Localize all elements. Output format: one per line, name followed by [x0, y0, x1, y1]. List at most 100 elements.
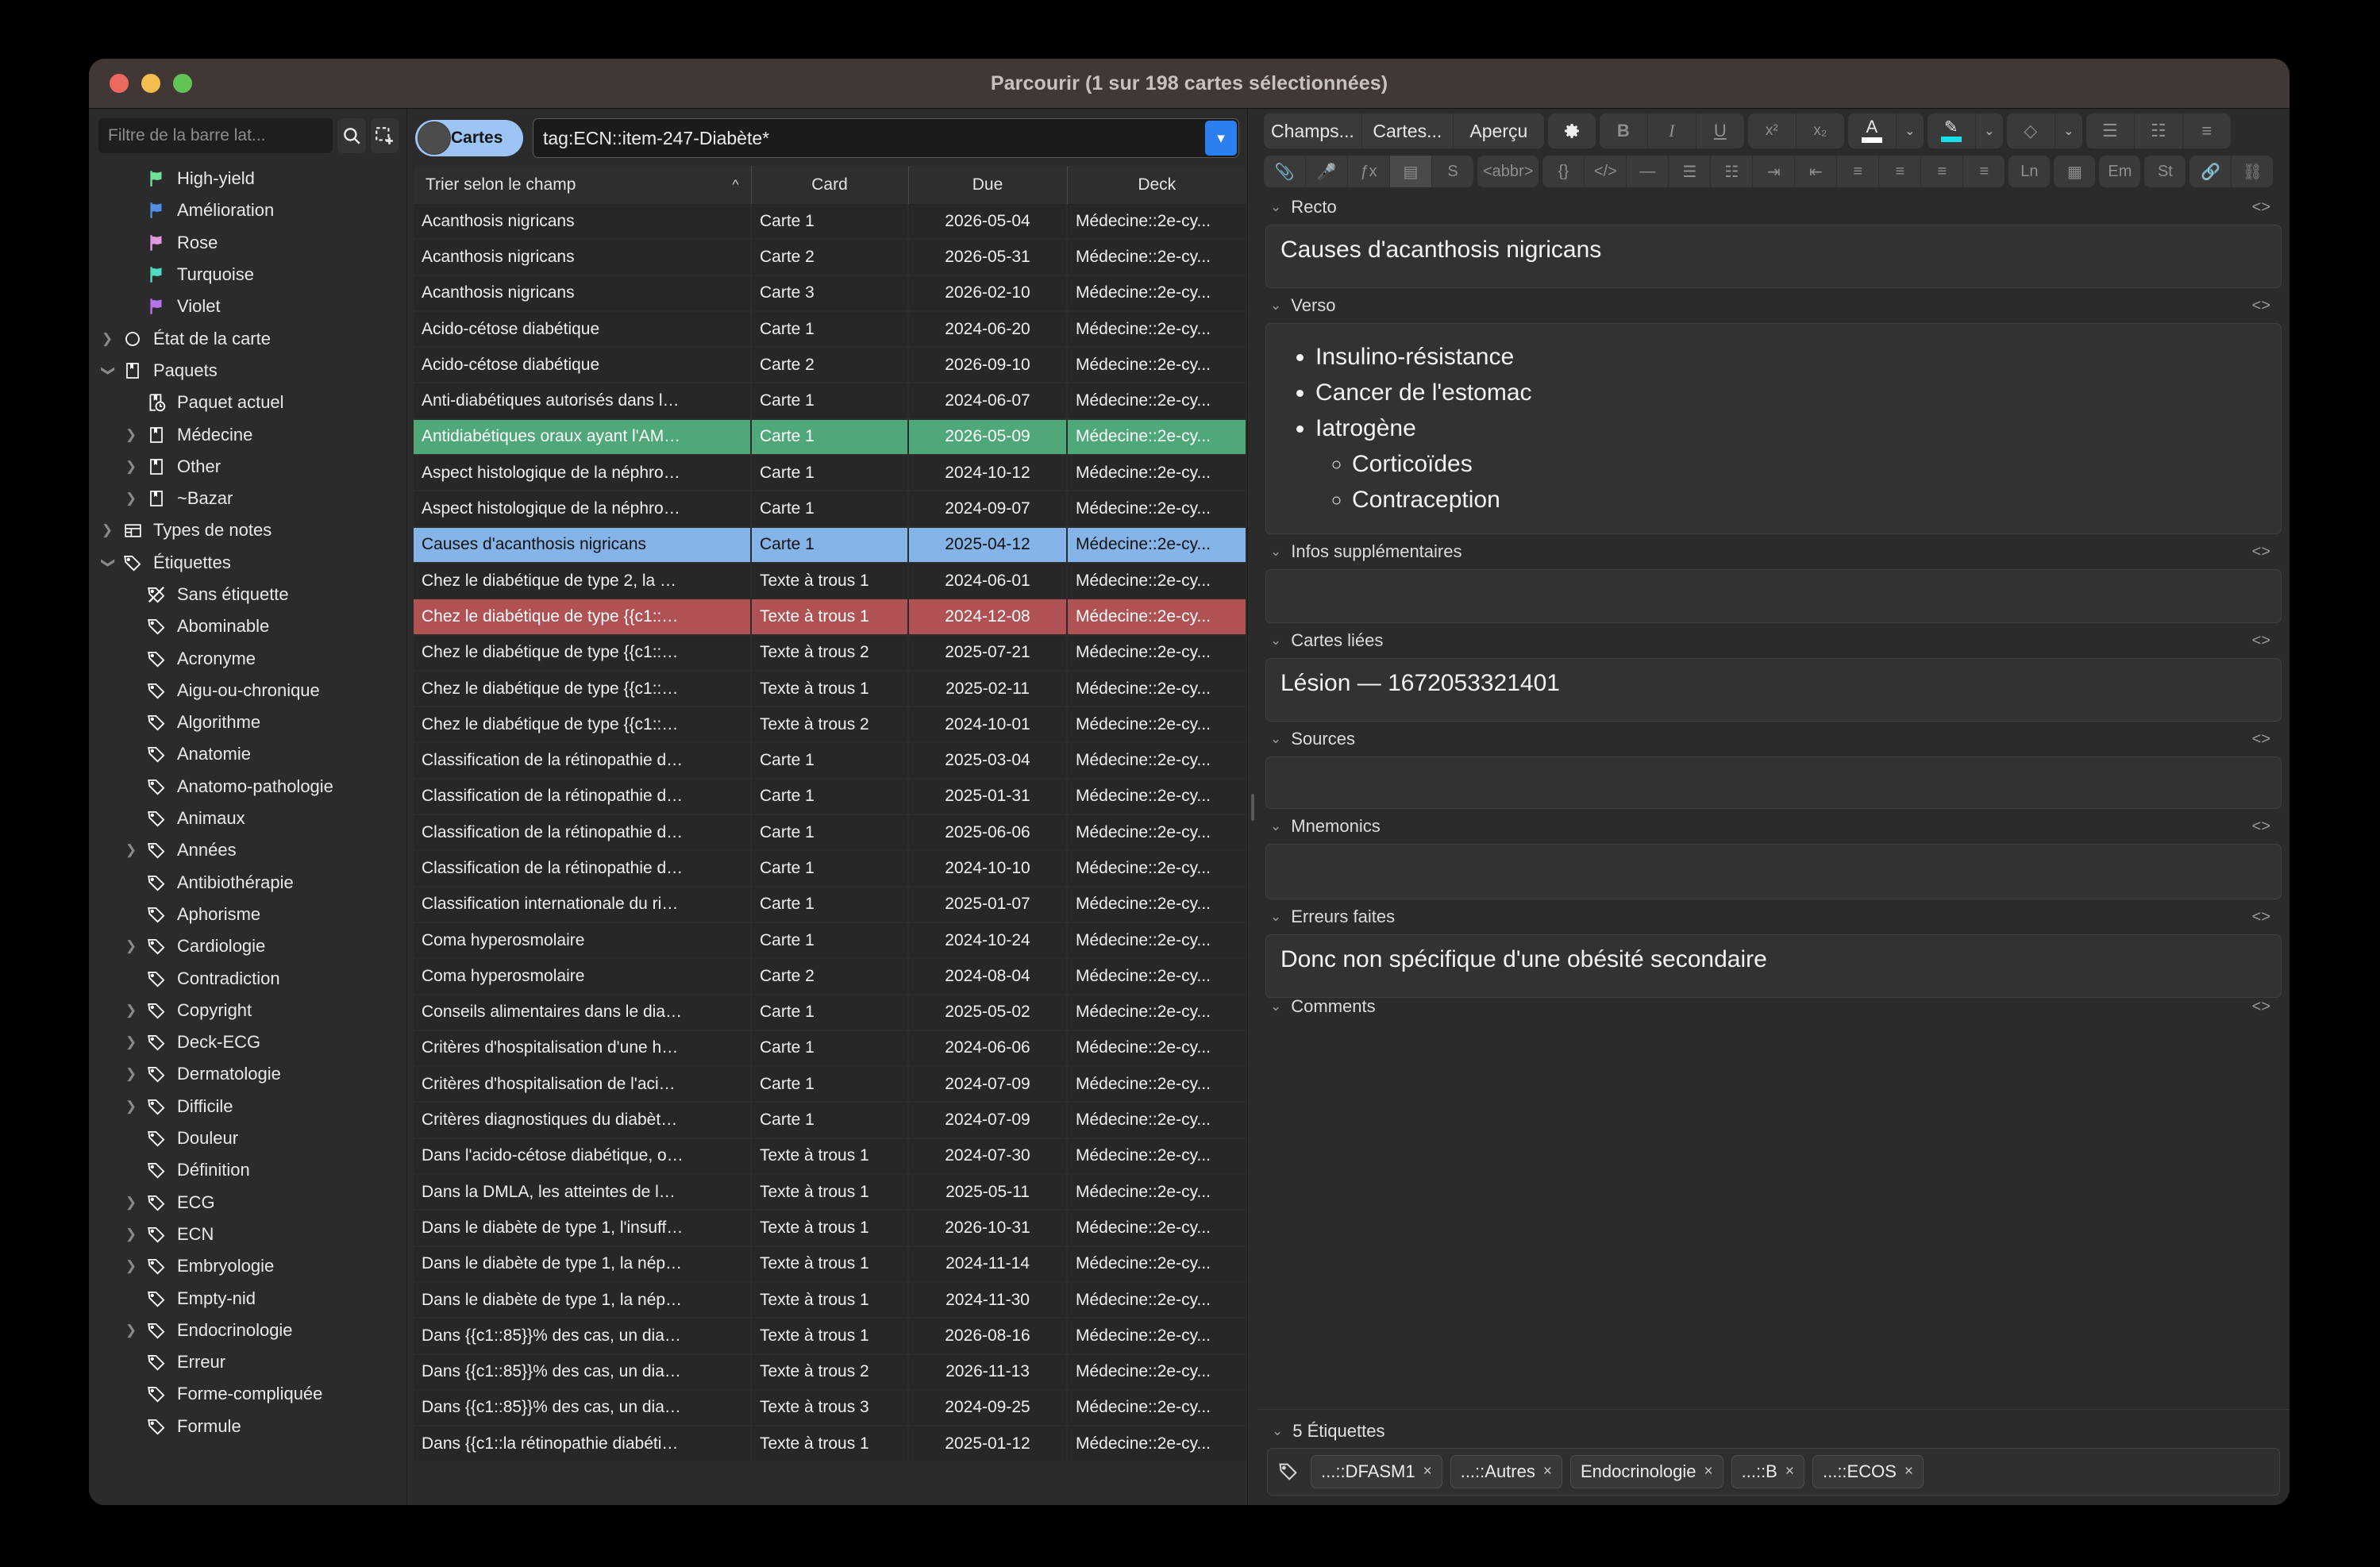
sidebar-item-anatomo-pathologie[interactable]: Anatomo-pathologie: [89, 771, 406, 803]
table-row[interactable]: Dans le diabète de type 1, la nép… Texte …: [414, 1246, 1247, 1283]
table-row[interactable]: Causes d'acanthosis nigricans Carte 1 2025…: [414, 526, 1247, 564]
table-row[interactable]: Chez le diabétique de type 2, la … Texte …: [414, 562, 1247, 600]
chevron-right-icon[interactable]: ❯: [119, 1195, 143, 1211]
html-editor-toggle[interactable]: <>: [2252, 730, 2282, 749]
mathjax-icon[interactable]: ƒx: [1348, 156, 1390, 187]
selection-icon[interactable]: [370, 118, 399, 153]
unlink-icon[interactable]: ⛓: [2232, 156, 2274, 187]
chevron-down-icon[interactable]: ❮: [99, 359, 115, 383]
field-input-mnemonics[interactable]: [1265, 844, 2282, 899]
emphasis-icon[interactable]: Em: [2099, 156, 2141, 187]
chevron-right-icon[interactable]: ❯: [119, 491, 143, 506]
strong-icon[interactable]: St: [2144, 156, 2186, 187]
sidebar-item-other[interactable]: ❯ Other: [89, 451, 406, 483]
horizontal-rule-icon[interactable]: —: [1627, 156, 1669, 187]
table-row[interactable]: Aspect histologique de la néphro… Carte 1…: [414, 455, 1247, 492]
outdent-icon[interactable]: ⇤: [1795, 156, 1838, 187]
sidebar-item-antibioth-rapie[interactable]: Antibiothérapie: [89, 867, 406, 899]
html-editor-toggle[interactable]: <>: [2252, 198, 2282, 217]
table-row[interactable]: Conseils alimentaires dans le dia… Carte …: [414, 994, 1247, 1031]
sidebar-item-aigu-ou-chronique[interactable]: Aigu-ou-chronique: [89, 675, 406, 706]
gear-icon[interactable]: [1547, 114, 1596, 148]
remove-tag-icon[interactable]: ×: [1704, 1463, 1713, 1480]
table-row[interactable]: Chez le diabétique de type {{c1::… Texte …: [414, 670, 1247, 708]
sidebar-item-algorithme[interactable]: Algorithme: [89, 706, 406, 738]
column-header-card[interactable]: Card: [751, 166, 909, 204]
chevron-down-icon[interactable]: ⌄: [1270, 731, 1281, 747]
field-header-recto[interactable]: ⌄ Recto <>: [1265, 190, 2282, 225]
sidebar-item-violet[interactable]: Violet: [89, 291, 406, 322]
field-header-erreurs-faites[interactable]: ⌄ Erreurs faites <>: [1265, 899, 2282, 934]
html-icon[interactable]: </>: [1585, 156, 1627, 187]
sidebar-item-copyright[interactable]: ❯ Copyright: [89, 995, 406, 1026]
table-row[interactable]: Chez le diabétique de type {{c1::… Texte …: [414, 599, 1247, 636]
chevron-down-icon[interactable]: ⌄: [1270, 199, 1281, 215]
table-row[interactable]: Critères d'hospitalisation de l'aci… Cart…: [414, 1066, 1247, 1103]
chevron-down-icon[interactable]: ❮: [99, 551, 115, 575]
sidebar-item-contradiction[interactable]: Contradiction: [89, 962, 406, 994]
image-occlusion-icon[interactable]: ▤: [1390, 156, 1432, 187]
html-editor-toggle[interactable]: <>: [2252, 998, 2282, 1015]
html-editor-toggle[interactable]: <>: [2252, 818, 2282, 836]
sidebar-item-ecn[interactable]: ❯ ECN: [89, 1219, 406, 1250]
table-row[interactable]: Acanthosis nigricans Carte 1 2026-05-04 Méd…: [414, 204, 1247, 241]
chevron-right-icon[interactable]: ❯: [119, 938, 143, 954]
table-row[interactable]: Critères d'hospitalisation d'une h… Carte…: [414, 1030, 1247, 1068]
table-row[interactable]: Classification de la rétinopathie d… Cart…: [414, 742, 1247, 780]
chevron-down-icon[interactable]: ⌄: [1270, 818, 1281, 834]
chevron-down-icon[interactable]: ⌄: [1270, 633, 1281, 649]
table-row[interactable]: Classification de la rétinopathie d… Cart…: [414, 850, 1247, 887]
chevron-right-icon[interactable]: ❯: [119, 427, 143, 443]
table-row[interactable]: Dans {{c1::85}}% des cas, un dia… Texte à…: [414, 1318, 1247, 1355]
chevron-right-icon[interactable]: ❯: [95, 331, 119, 347]
numbered-list-icon[interactable]: ☷: [2134, 114, 2183, 148]
sidebar-item-paquets[interactable]: ❮ Paquets: [89, 355, 406, 387]
sidebar-item-ecg[interactable]: ❯ ECG: [89, 1187, 406, 1219]
text-color-chevron-icon[interactable]: ⌄: [1896, 114, 1924, 148]
remove-tag-icon[interactable]: ×: [1543, 1463, 1552, 1480]
field-input-erreurs-faites[interactable]: Donc non spécifique d'une obésité second…: [1265, 934, 2282, 998]
chevron-down-icon[interactable]: ⌄: [1270, 544, 1281, 560]
html-editor-toggle[interactable]: <>: [2252, 297, 2282, 315]
sidebar-item-dermatologie[interactable]: ❯ Dermatologie: [89, 1058, 406, 1090]
html-editor-toggle[interactable]: <>: [2252, 543, 2282, 561]
sidebar-item-rose[interactable]: Rose: [89, 227, 406, 259]
sidebar-item-erreur[interactable]: Erreur: [89, 1346, 406, 1378]
sidebar-item-ann-es[interactable]: ❯ Années: [89, 834, 406, 866]
chevron-right-icon[interactable]: ❯: [119, 459, 143, 475]
bullet-list-icon[interactable]: ☰: [2085, 114, 2135, 148]
table-row[interactable]: Acido-cétose diabétique Carte 1 2024-06-20…: [414, 310, 1247, 348]
fields-button[interactable]: Champs...: [1264, 114, 1362, 148]
sidebar-tree[interactable]: High-yield Amélioration Rose Turquoise Viole…: [89, 161, 406, 1505]
tag-chip-list[interactable]: ...::DFASM1 × ...::Autres × Endocrinologie ×.…: [1267, 1448, 2280, 1496]
table-row[interactable]: Acido-cétose diabétique Carte 2 2026-09-10…: [414, 347, 1247, 384]
align-justify-icon[interactable]: ≡: [1837, 156, 1880, 187]
field-header-sources[interactable]: ⌄ Sources <>: [1265, 722, 2282, 757]
table-row[interactable]: Chez le diabétique de type {{c1::… Texte …: [414, 634, 1247, 672]
field-header-mnemonics[interactable]: ⌄ Mnemonics <>: [1265, 809, 2282, 844]
chevron-right-icon[interactable]: ❯: [119, 1099, 143, 1115]
cards-notes-toggle[interactable]: Cartes: [415, 120, 523, 156]
highlight-color-button[interactable]: ✎: [1927, 114, 1976, 148]
chevron-right-icon[interactable]: ❯: [119, 1066, 143, 1082]
cards-button[interactable]: Cartes...: [1361, 114, 1454, 148]
italic-button[interactable]: I: [1647, 114, 1696, 148]
attach-icon[interactable]: 📎: [1264, 156, 1306, 187]
tag-chip[interactable]: ...::ECOS ×: [1812, 1455, 1924, 1488]
sidebar-item-am-lioration[interactable]: Amélioration: [89, 194, 406, 226]
subscript-button[interactable]: x₂: [1796, 114, 1844, 148]
sidebar-item-difficile[interactable]: ❯ Difficile: [89, 1091, 406, 1122]
minimize-window-button[interactable]: [141, 74, 160, 93]
column-header-deck[interactable]: Deck: [1067, 166, 1246, 204]
table-row[interactable]: Dans le diabète de type 1, la nép… Texte …: [414, 1281, 1247, 1319]
abbr-icon[interactable]: <abbr>: [1477, 156, 1539, 187]
chevron-down-icon[interactable]: ⌄: [1270, 999, 1281, 1015]
sidebar-item-tat-de-la-carte[interactable]: ❯ État de la carte: [89, 322, 406, 354]
unordered-list-icon[interactable]: ☰: [1669, 156, 1712, 187]
bold-button[interactable]: B: [1599, 114, 1648, 148]
table-row[interactable]: Coma hyperosmolaire Carte 2 2024-08-04 Méde…: [414, 958, 1247, 995]
sidebar-item-forme-compliqu-e[interactable]: Forme-compliquée: [89, 1378, 406, 1410]
close-window-button[interactable]: [110, 74, 129, 93]
card-table[interactable]: Trier selon le champ ^ Card Due Deck Aca…: [414, 166, 1247, 1463]
sidebar-item-aphorisme[interactable]: Aphorisme: [89, 899, 406, 930]
